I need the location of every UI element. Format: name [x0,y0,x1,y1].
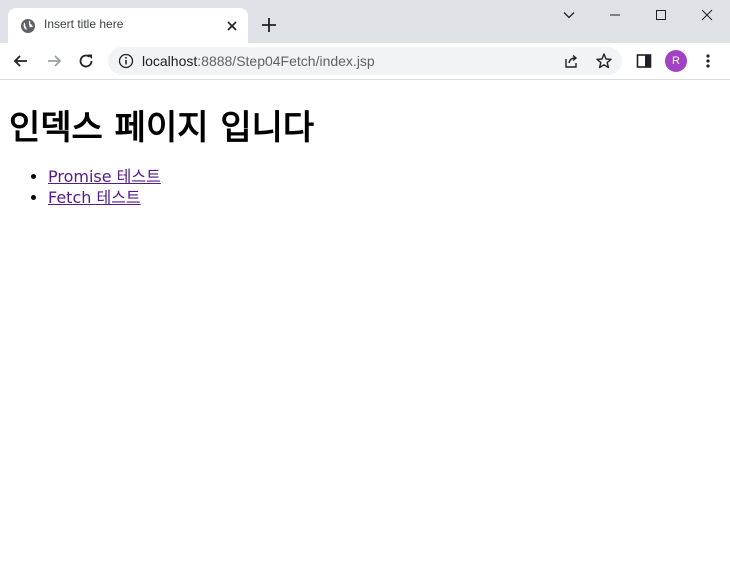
side-panel-icon[interactable] [634,51,654,71]
close-window-button[interactable] [684,0,730,30]
minimize-button[interactable] [592,0,638,30]
page-title: 인덱스 페이지 입니다 [9,108,315,148]
list-item: Promise 테스트 [48,166,161,187]
share-icon[interactable] [562,52,580,70]
browser-titlebar: Insert title here [0,0,730,43]
close-icon[interactable] [224,18,240,34]
link-list: Promise 테스트 Fetch 테스트 [8,166,161,208]
promise-test-link[interactable]: Promise 테스트 [48,167,161,186]
kebab-menu-icon[interactable] [698,51,718,71]
page-content: 인덱스 페이지 입니다 Promise 테스트 Fetch 테스트 [0,80,730,569]
tab-search-button[interactable] [546,0,592,30]
fetch-test-link[interactable]: Fetch 테스트 [48,188,141,207]
url-host: localhost [142,53,198,69]
profile-avatar[interactable]: R [665,50,687,72]
minimize-icon [610,14,620,16]
back-arrow-icon[interactable] [11,51,31,71]
chevron-down-icon [563,12,575,19]
address-bar[interactable]: localhost:8888/Step04Fetch/index.jsp [108,47,622,75]
url-path: :8888/Step04Fetch/index.jsp [197,53,375,69]
star-icon[interactable] [595,52,613,70]
browser-tab[interactable]: Insert title here [8,8,248,43]
list-item: Fetch 테스트 [48,187,161,208]
maximize-button[interactable] [638,0,684,30]
browser-toolbar: localhost:8888/Step04Fetch/index.jsp R [0,43,730,80]
new-tab-plus-icon[interactable] [259,15,279,35]
forward-arrow-icon[interactable] [44,51,64,71]
tab-title: Insert title here [44,17,124,31]
info-icon[interactable] [118,53,134,69]
maximize-icon [656,10,666,20]
close-icon [701,9,713,21]
url-text[interactable]: localhost:8888/Step04Fetch/index.jsp [142,53,375,69]
globe-icon [21,19,35,33]
reload-icon[interactable] [76,51,96,71]
